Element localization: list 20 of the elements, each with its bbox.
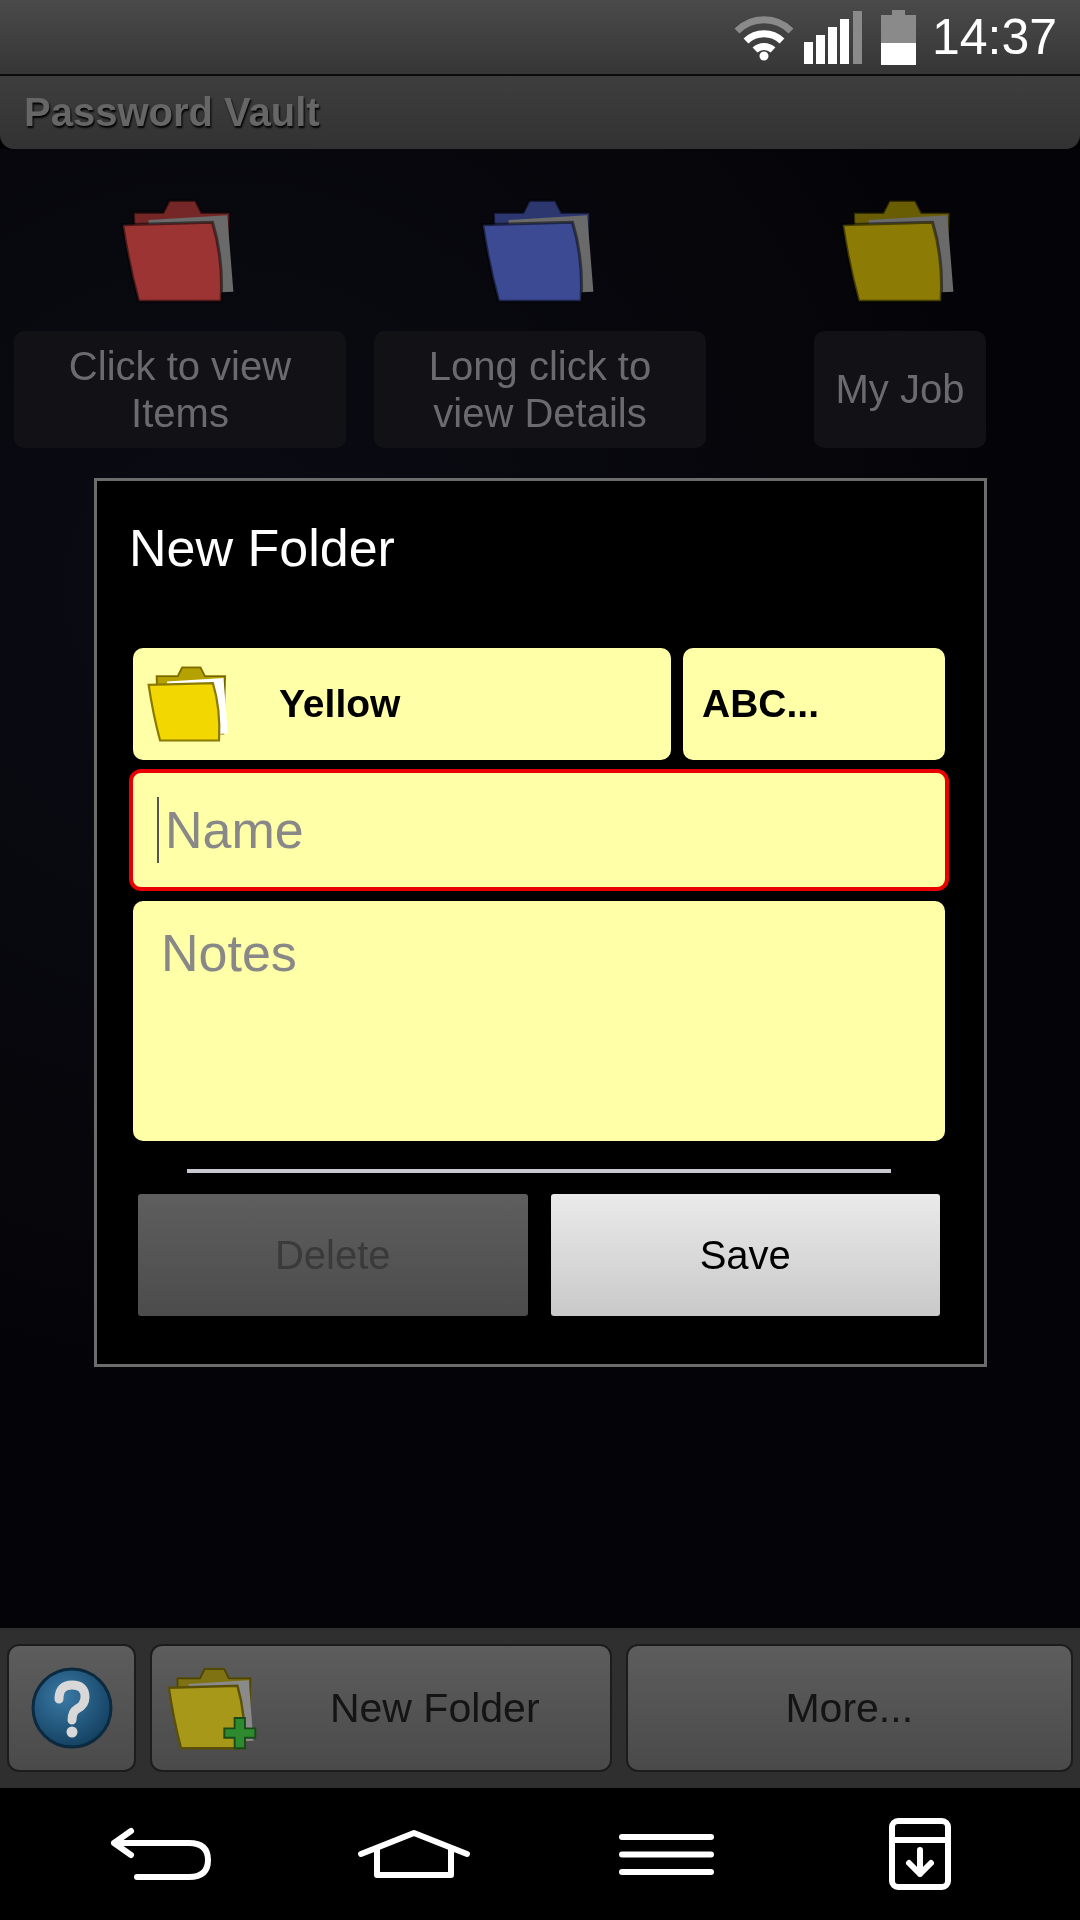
- clock-time: 14:37: [931, 8, 1057, 67]
- help-icon: [30, 1667, 113, 1749]
- menu-icon[interactable]: [619, 1832, 714, 1876]
- help-button[interactable]: [7, 1644, 136, 1772]
- sort-button[interactable]: ABC...: [683, 648, 945, 760]
- new-folder-button[interactable]: New Folder: [150, 1644, 612, 1772]
- text-cursor: [157, 797, 159, 863]
- folder-color-button[interactable]: Yellow: [133, 648, 671, 760]
- dialog-title: New Folder: [129, 518, 395, 578]
- folder-label[interactable]: My Job: [813, 331, 987, 448]
- notes-field[interactable]: Notes: [133, 901, 945, 1141]
- folder-label[interactable]: Click to view Items: [14, 331, 346, 448]
- battery-icon: [880, 9, 916, 65]
- dialog-button[interactable]: Save: [550, 1194, 940, 1316]
- signal-icon: [803, 10, 862, 64]
- home-icon[interactable]: [356, 1829, 471, 1879]
- more-button[interactable]: More...: [625, 1644, 1073, 1772]
- name-field[interactable]: Name: [129, 769, 949, 891]
- folder-label[interactable]: Long click to view Details: [374, 331, 706, 448]
- back-icon[interactable]: [108, 1827, 213, 1881]
